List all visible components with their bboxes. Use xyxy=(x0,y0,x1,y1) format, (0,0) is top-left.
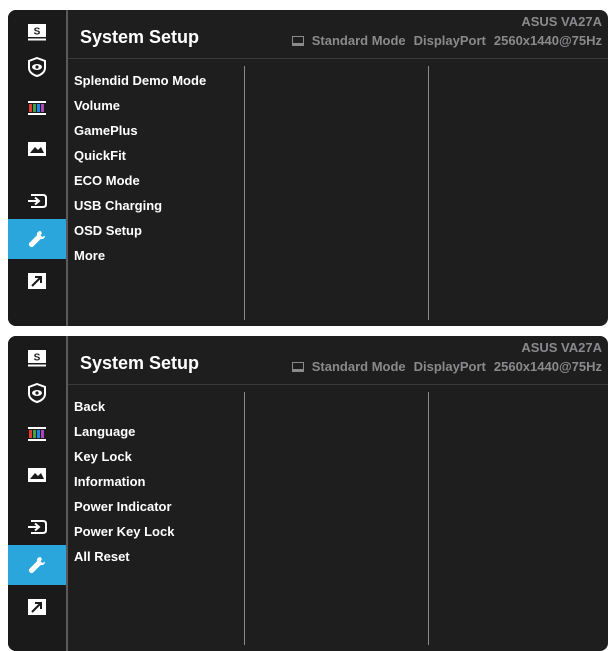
column-divider xyxy=(428,66,429,320)
column-divider xyxy=(244,392,245,645)
shortcut-icon[interactable] xyxy=(8,587,66,627)
menu-item-gameplus[interactable]: GamePlus xyxy=(74,118,244,143)
menu-list: Splendid Demo Mode Volume GamePlus Quick… xyxy=(74,68,244,268)
menu-item-power-key-lock[interactable]: Power Key Lock xyxy=(74,519,244,544)
column-divider xyxy=(244,66,245,320)
menu-item-all-reset[interactable]: All Reset xyxy=(74,544,244,569)
image-icon[interactable] xyxy=(8,455,66,495)
status-bar: Standard Mode DisplayPort 2560x1440@75Hz xyxy=(291,359,602,374)
monitor-icon xyxy=(291,361,304,372)
input-select-icon[interactable] xyxy=(8,181,66,221)
mode-text: Standard Mode xyxy=(311,359,406,374)
input-text: DisplayPort xyxy=(413,33,486,48)
menu-item-language[interactable]: Language xyxy=(74,419,244,444)
color-icon[interactable] xyxy=(8,413,66,453)
header-divider xyxy=(68,58,608,59)
resolution-text: 2560x1440@75Hz xyxy=(493,359,602,374)
model-name: ASUS VA27A xyxy=(521,340,602,355)
menu-item-back[interactable]: Back xyxy=(74,394,244,419)
menu-item-quickfit[interactable]: QuickFit xyxy=(74,143,244,168)
icon-rail: S xyxy=(8,336,66,651)
menu-item-usb-charging[interactable]: USB Charging xyxy=(74,193,244,218)
input-text: DisplayPort xyxy=(413,359,486,374)
osd-panel-bottom: S System Setup ASUS VA27A Standard Mode … xyxy=(8,336,608,651)
mode-text: Standard Mode xyxy=(311,33,406,48)
image-icon[interactable] xyxy=(8,129,66,169)
status-bar: Standard Mode DisplayPort 2560x1440@75Hz xyxy=(291,33,602,48)
menu-item-volume[interactable]: Volume xyxy=(74,93,244,118)
osd-panel-top: S System Setup ASUS VA27A Standard Mode … xyxy=(8,10,608,326)
splendid-icon[interactable]: S xyxy=(8,12,66,52)
color-icon[interactable] xyxy=(8,87,66,127)
menu-list: Back Language Key Lock Information Power… xyxy=(74,394,244,569)
menu-item-splendid-demo-mode[interactable]: Splendid Demo Mode xyxy=(74,68,244,93)
icon-rail: S xyxy=(8,10,66,326)
input-select-icon[interactable] xyxy=(8,507,66,547)
eye-care-icon[interactable] xyxy=(8,47,66,87)
resolution-text: 2560x1440@75Hz xyxy=(493,33,602,48)
column-divider xyxy=(428,392,429,645)
osd-header: System Setup ASUS VA27A Standard Mode Di… xyxy=(68,336,608,382)
menu-item-key-lock[interactable]: Key Lock xyxy=(74,444,244,469)
svg-text:S: S xyxy=(34,353,41,364)
model-name: ASUS VA27A xyxy=(521,14,602,29)
svg-text:S: S xyxy=(34,27,41,38)
osd-header: System Setup ASUS VA27A Standard Mode Di… xyxy=(68,10,608,56)
header-divider xyxy=(68,384,608,385)
eye-care-icon[interactable] xyxy=(8,373,66,413)
menu-item-more[interactable]: More xyxy=(74,243,244,268)
menu-item-osd-setup[interactable]: OSD Setup xyxy=(74,218,244,243)
page-title: System Setup xyxy=(80,353,200,373)
wrench-icon[interactable] xyxy=(8,219,66,259)
menu-item-information[interactable]: Information xyxy=(74,469,244,494)
menu-item-power-indicator[interactable]: Power Indicator xyxy=(74,494,244,519)
splendid-icon[interactable]: S xyxy=(8,338,66,378)
wrench-icon[interactable] xyxy=(8,545,66,585)
shortcut-icon[interactable] xyxy=(8,261,66,301)
page-title: System Setup xyxy=(80,27,200,47)
menu-item-eco-mode[interactable]: ECO Mode xyxy=(74,168,244,193)
monitor-icon xyxy=(291,35,304,46)
